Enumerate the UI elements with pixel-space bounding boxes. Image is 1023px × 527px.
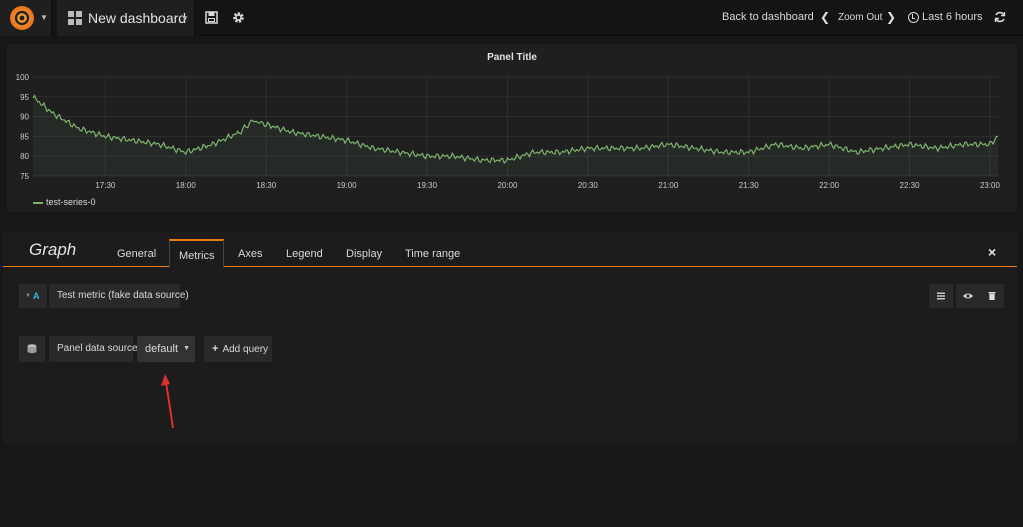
add-query-label: Add query: [222, 344, 269, 355]
tab-metrics[interactable]: Metrics: [169, 239, 225, 268]
back-to-dashboard-button[interactable]: Back to dashboard: [722, 11, 814, 23]
toggle-query-visibility-button[interactable]: [956, 284, 980, 308]
gear-icon[interactable]: [232, 11, 245, 24]
x-tick-label: 18:30: [256, 181, 277, 190]
query-menu-button[interactable]: [929, 284, 953, 308]
panel-editor: Graph General Metrics Axes Legend Displa…: [3, 232, 1017, 444]
hamburger-icon: [937, 292, 945, 300]
query-ref-id: A: [33, 291, 40, 301]
add-query-button[interactable]: + Add query: [204, 336, 272, 362]
trash-icon: [988, 292, 996, 300]
tab-legend[interactable]: Legend: [286, 248, 323, 260]
dashboard-picker[interactable]: New dashboard ▼: [57, 0, 195, 36]
grafana-logo: [10, 6, 34, 30]
y-tick-label: 85: [20, 132, 29, 141]
chevron-left-icon[interactable]: ❮: [820, 10, 830, 24]
zoom-out-button[interactable]: Zoom Out: [838, 12, 882, 23]
line-chart: 75 80 85 90 95 100 17:30 18:00 18:30 19:00 19:30 20…: [16, 73, 1001, 190]
dashboard-grid-icon: [68, 11, 82, 25]
series-area: [33, 95, 998, 176]
x-tick-label: 18:00: [176, 181, 197, 190]
datasource-select[interactable]: default ▼: [137, 336, 195, 362]
legend-item[interactable]: test-series-0: [33, 197, 96, 207]
x-tick-label: 19:30: [417, 181, 438, 190]
y-tick-label: 95: [20, 93, 29, 102]
tab-general[interactable]: General: [117, 248, 156, 260]
y-tick-label: 90: [20, 113, 29, 122]
save-icon[interactable]: [205, 11, 218, 24]
legend-series-label: test-series-0: [46, 197, 96, 207]
top-navbar: ▼ New dashboard ▼ Back to dashboard ❮ Zo…: [0, 0, 1023, 36]
time-range-picker[interactable]: Last 6 hours: [922, 11, 983, 23]
caret-down-icon: ▼: [183, 345, 190, 352]
query-collapse-toggle[interactable]: ▼ A: [19, 284, 47, 308]
panel-data-source-label: Panel data source: [49, 336, 138, 362]
legend-color-swatch: [33, 201, 43, 204]
x-tick-label: 23:00: [980, 181, 1001, 190]
x-tick-label: 22:00: [819, 181, 840, 190]
delete-query-button[interactable]: [980, 284, 1004, 308]
tab-axes[interactable]: Axes: [238, 248, 262, 260]
database-icon: [27, 344, 37, 354]
x-tick-label: 21:30: [739, 181, 760, 190]
editor-title: Graph: [29, 240, 77, 259]
y-tick-label: 80: [20, 152, 29, 161]
logo-menu-button[interactable]: ▼: [0, 0, 52, 36]
caret-down-icon: ▼: [25, 293, 31, 299]
x-tick-label: 17:30: [95, 181, 116, 190]
tab-time-range[interactable]: Time range: [405, 248, 460, 260]
dashboard-title: New dashboard: [88, 10, 187, 26]
x-tick-label: 19:00: [337, 181, 358, 190]
y-tick-label: 100: [16, 73, 30, 82]
x-tick-label: 21:00: [658, 181, 679, 190]
x-tick-label: 20:30: [578, 181, 599, 190]
y-tick-label: 75: [20, 172, 29, 181]
plus-icon: +: [212, 343, 219, 355]
eye-icon: [963, 293, 973, 299]
query-name[interactable]: Test metric (fake data source): [49, 284, 189, 308]
x-tick-label: 20:00: [497, 181, 518, 190]
chevron-right-icon[interactable]: ❯: [886, 10, 896, 24]
datasource-selected-value: default: [145, 343, 179, 355]
close-editor-button[interactable]: ×: [988, 244, 996, 260]
clock-icon: [908, 12, 919, 23]
tab-display[interactable]: Display: [346, 248, 382, 260]
datasource-icon-box: [19, 336, 45, 362]
editor-header: Graph General Metrics Axes Legend Displa…: [3, 232, 1017, 268]
refresh-icon[interactable]: [994, 11, 1006, 23]
caret-down-icon: ▼: [40, 13, 48, 22]
x-tick-label: 22:30: [900, 181, 921, 190]
annotation-arrow-icon: [161, 374, 174, 429]
graph-panel[interactable]: Panel Title 75 80 85 90 95 100 17:30 18:00 18:30…: [7, 44, 1017, 212]
caret-down-icon: ▼: [181, 14, 189, 23]
